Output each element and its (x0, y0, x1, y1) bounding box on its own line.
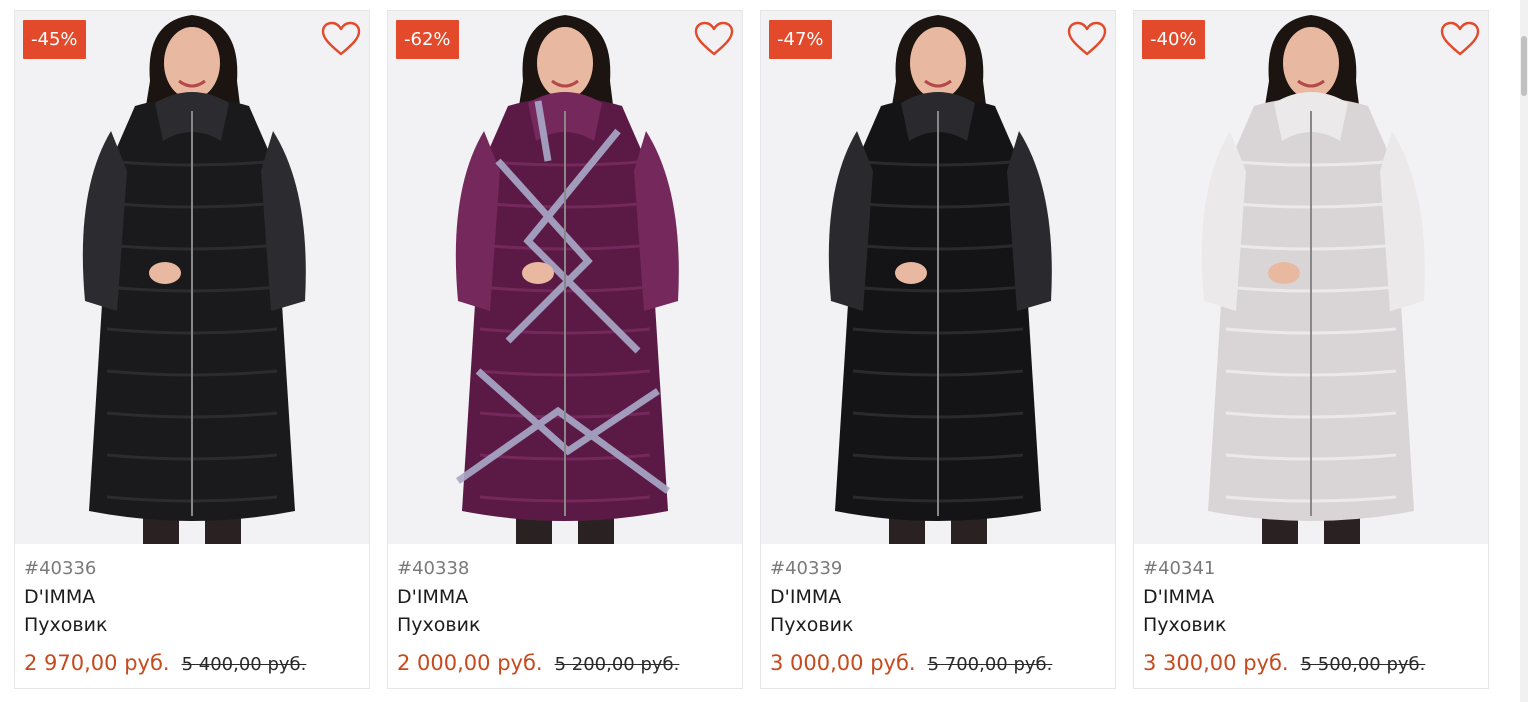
product-photo[interactable] (15, 11, 369, 544)
current-price: 3 300,00 руб. (1143, 651, 1289, 675)
product-type[interactable]: Пуховик (1143, 611, 1479, 639)
product-sku: #40339 (770, 558, 843, 579)
product-brand[interactable]: D'IMMA (770, 583, 1106, 611)
old-price: 5 400,00 руб. (181, 654, 307, 675)
heart-outline-icon[interactable] (1067, 21, 1107, 57)
product-card[interactable]: -62% #40338 D'IMMA Пуховик 2 000,00 руб.… (387, 10, 743, 689)
price-row: 2 970,00 руб. 5 400,00 руб. (24, 648, 360, 678)
product-type[interactable]: Пуховик (770, 611, 1106, 639)
product-photo[interactable] (1134, 11, 1488, 544)
discount-badge: -47% (769, 20, 832, 59)
product-brand[interactable]: D'IMMA (397, 583, 733, 611)
product-brand[interactable]: D'IMMA (1143, 583, 1479, 611)
price-row: 3 000,00 руб. 5 700,00 руб. (770, 648, 1106, 678)
product-brand[interactable]: D'IMMA (24, 583, 360, 611)
product-type[interactable]: Пуховик (397, 611, 733, 639)
discount-badge: -40% (1142, 20, 1205, 59)
page-scrollbar[interactable] (1520, 0, 1528, 702)
current-price: 2 000,00 руб. (397, 651, 543, 675)
product-info: #40336 D'IMMA Пуховик 2 970,00 руб. 5 400… (24, 555, 360, 678)
old-price: 5 500,00 руб. (1300, 654, 1426, 675)
discount-badge: -62% (396, 20, 459, 59)
product-card[interactable]: -40% #40341 D'IMMA Пуховик 3 300,00 руб.… (1133, 10, 1489, 689)
product-photo[interactable] (388, 11, 742, 544)
product-sku: #40341 (1143, 558, 1216, 579)
discount-badge: -45% (23, 20, 86, 59)
product-grid: -45% #40336 D'IMMA Пуховик 2 970,00 руб.… (14, 10, 1490, 690)
product-info: #40341 D'IMMA Пуховик 3 300,00 руб. 5 500… (1143, 555, 1479, 678)
price-row: 3 300,00 руб. 5 500,00 руб. (1143, 648, 1479, 678)
heart-outline-icon[interactable] (1440, 21, 1480, 57)
product-sku: #40338 (397, 558, 470, 579)
scrollbar-thumb[interactable] (1521, 36, 1527, 96)
product-info: #40339 D'IMMA Пуховик 3 000,00 руб. 5 700… (770, 555, 1106, 678)
product-card[interactable]: -47% #40339 D'IMMA Пуховик 3 000,00 руб.… (760, 10, 1116, 689)
current-price: 3 000,00 руб. (770, 651, 916, 675)
price-row: 2 000,00 руб. 5 200,00 руб. (397, 648, 733, 678)
product-sku: #40336 (24, 558, 97, 579)
product-photo[interactable] (761, 11, 1115, 544)
heart-outline-icon[interactable] (694, 21, 734, 57)
heart-outline-icon[interactable] (321, 21, 361, 57)
product-card[interactable]: -45% #40336 D'IMMA Пуховик 2 970,00 руб.… (14, 10, 370, 689)
current-price: 2 970,00 руб. (24, 651, 170, 675)
product-info: #40338 D'IMMA Пуховик 2 000,00 руб. 5 200… (397, 555, 733, 678)
old-price: 5 700,00 руб. (927, 654, 1053, 675)
product-type[interactable]: Пуховик (24, 611, 360, 639)
old-price: 5 200,00 руб. (554, 654, 680, 675)
